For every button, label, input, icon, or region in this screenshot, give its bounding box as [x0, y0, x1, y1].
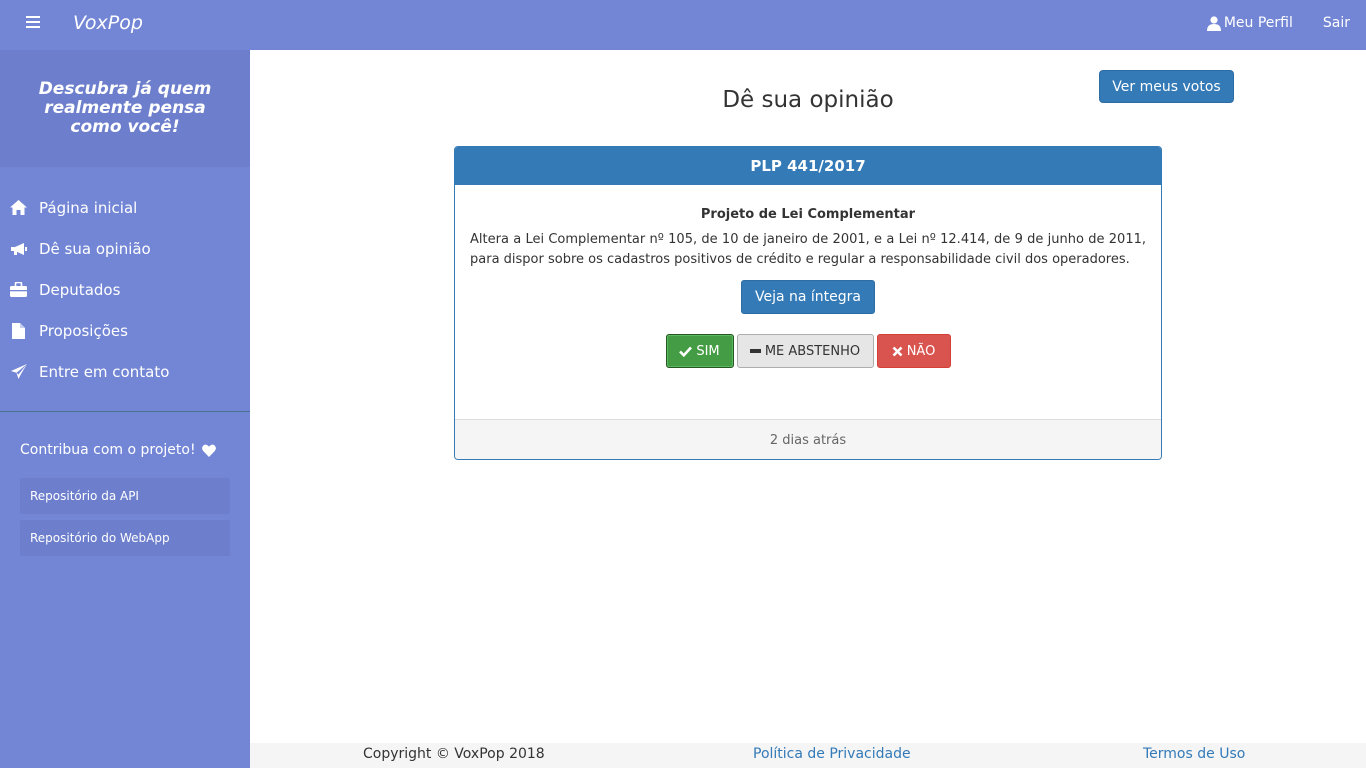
view-full-text-button[interactable]: Veja na íntegra [741, 280, 875, 314]
sidebar-nav: Página inicial Dê sua opinião Deputados … [0, 167, 250, 412]
brand-logo[interactable]: VoxPop [73, 12, 143, 34]
vote-buttons: SIM ME ABSTENHO NÃO [470, 334, 1146, 368]
proposal-card: PLP 441/2017 Projeto de Lei Complementar… [454, 146, 1162, 460]
send-icon [10, 363, 27, 380]
minus-icon [749, 349, 761, 353]
tagline: Descubra já quem realmente pensa como vo… [38, 79, 212, 137]
contribute-section: Contribua com o projeto! Repositório da … [0, 412, 250, 556]
proposal-body: Projeto de Lei Complementar Altera a Lei… [455, 185, 1161, 419]
sidebar-item-label: Entre em contato [39, 362, 170, 381]
briefcase-icon [10, 281, 27, 298]
sidebar-header: Descubra já quem realmente pensa como vo… [0, 50, 250, 167]
sidebar-item-contact[interactable]: Entre em contato [0, 351, 250, 392]
page-footer: Copyright © VoxPop 2018 Política de Priv… [250, 743, 1366, 768]
vote-no-button[interactable]: NÃO [876, 334, 951, 368]
contribute-label: Contribua com o projeto! [20, 442, 196, 458]
webapp-repo-link[interactable]: Repositório do WebApp [20, 520, 230, 556]
proposal-timestamp: 2 dias atrás [455, 419, 1161, 459]
privacy-policy-link[interactable]: Política de Privacidade [753, 746, 911, 762]
vote-abstain-button[interactable]: ME ABSTENHO [736, 334, 874, 368]
home-icon [10, 199, 27, 216]
profile-link[interactable]: Meu Perfil [1206, 15, 1293, 31]
page-title: Dê sua opinião [722, 87, 894, 113]
sidebar-item-home[interactable]: Página inicial [0, 187, 250, 228]
navbar-right: Meu Perfil Sair [1206, 15, 1350, 31]
my-votes-button[interactable]: Ver meus votos [1099, 70, 1234, 103]
copyright-text: Copyright © VoxPop 2018 [363, 746, 545, 762]
vote-no-label: NÃO [906, 343, 936, 359]
top-navbar: VoxPop Meu Perfil Sair [0, 0, 1366, 50]
file-icon [10, 322, 27, 339]
vote-yes-button[interactable]: SIM [665, 334, 734, 368]
user-icon [1206, 15, 1221, 31]
vote-yes-label: SIM [696, 343, 720, 359]
proposal-type: Projeto de Lei Complementar [700, 207, 916, 222]
sidebar-item-label: Página inicial [39, 198, 138, 217]
contribute-title: Contribua com o projeto! [20, 442, 230, 458]
sidebar-item-deputies[interactable]: Deputados [0, 269, 250, 310]
check-icon [679, 346, 693, 357]
sidebar-item-opinion[interactable]: Dê sua opinião [0, 228, 250, 269]
api-repo-link[interactable]: Repositório da API [20, 478, 230, 514]
heart-icon [201, 444, 216, 457]
hamburger-menu-icon[interactable] [26, 13, 46, 35]
sidebar-item-label: Proposições [39, 321, 128, 340]
bullhorn-icon [10, 240, 27, 257]
proposal-code: PLP 441/2017 [455, 147, 1161, 185]
sidebar: Descubra já quem realmente pensa como vo… [0, 50, 250, 768]
sidebar-item-proposals[interactable]: Proposições [0, 310, 250, 351]
logout-link[interactable]: Sair [1323, 15, 1350, 31]
proposal-summary: Altera a Lei Complementar nº 105, de 10 … [470, 232, 1146, 267]
terms-of-use-link[interactable]: Termos de Uso [1143, 746, 1245, 762]
vote-abstain-label: ME ABSTENHO [764, 343, 861, 359]
profile-label: Meu Perfil [1223, 15, 1293, 31]
sidebar-item-label: Dê sua opinião [39, 239, 151, 258]
sidebar-item-label: Deputados [39, 280, 121, 299]
close-icon [892, 346, 903, 356]
